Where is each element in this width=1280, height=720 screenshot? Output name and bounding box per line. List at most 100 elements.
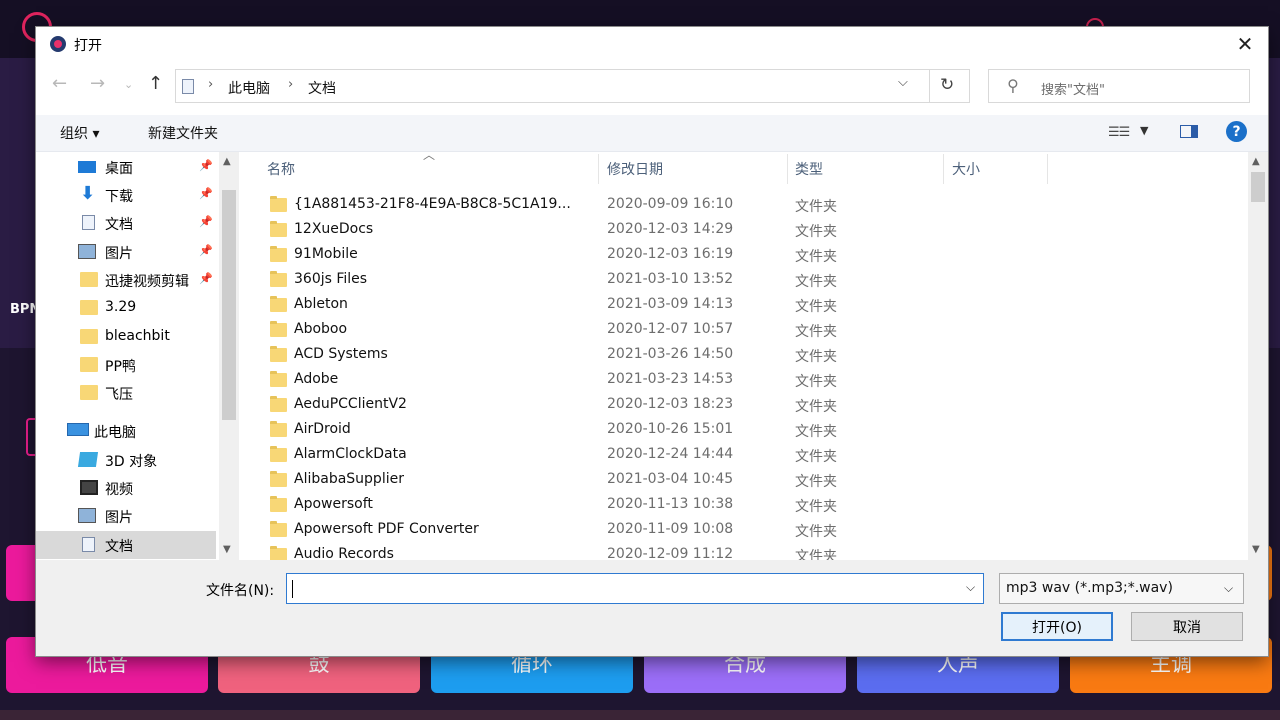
dialog-titlebar[interactable]: 打开 ✕ <box>36 27 1268 61</box>
scroll-down-arrow-icon[interactable]: ▼ <box>1252 544 1260 555</box>
file-type: 文件夹 <box>795 421 837 441</box>
3d-objects-icon <box>78 452 98 467</box>
column-header-type[interactable]: 类型 <box>795 159 823 179</box>
scroll-up-arrow-icon[interactable]: ▲ <box>223 156 231 167</box>
file-row[interactable]: AirDroid2020-10-26 15:01文件夹 <box>241 418 1141 442</box>
scrollbar-thumb[interactable] <box>1251 172 1265 202</box>
column-separator[interactable] <box>1047 154 1048 184</box>
file-row[interactable]: AlarmClockData2020-12-24 14:44文件夹 <box>241 443 1141 467</box>
organize-menu[interactable]: 组织 ▾ <box>60 123 99 143</box>
file-row[interactable]: ACD Systems2021-03-26 14:50文件夹 <box>241 343 1141 367</box>
back-arrow-icon[interactable]: ← <box>52 73 67 94</box>
new-folder-button[interactable]: 新建文件夹 <box>148 123 218 143</box>
folder-icon <box>270 473 287 487</box>
recent-locations-chevron-icon[interactable]: ⌄ <box>124 78 133 91</box>
file-name: Audio Records <box>294 546 394 560</box>
file-name: Ableton <box>294 296 348 312</box>
breadcrumb-documents[interactable]: 文档 <box>308 78 336 98</box>
forward-arrow-icon[interactable]: → <box>90 73 105 94</box>
nav-item-documents[interactable]: 文档 <box>36 531 216 559</box>
download-icon: ⬇ <box>80 183 95 204</box>
scrollbar-thumb[interactable] <box>222 190 236 420</box>
nav-item-pictures[interactable]: 图片 <box>36 502 216 530</box>
file-row[interactable]: 360js Files2021-03-10 13:52文件夹 <box>241 268 1141 292</box>
file-modified: 2021-03-23 14:53 <box>607 371 733 387</box>
column-header-size[interactable]: 大小 <box>952 159 980 179</box>
file-type: 文件夹 <box>795 296 837 316</box>
nav-item-folder[interactable]: 3.29 <box>36 294 216 322</box>
file-row[interactable]: Aboboo2020-12-07 10:57文件夹 <box>241 318 1141 342</box>
file-type: 文件夹 <box>795 321 837 341</box>
nav-item-3d-objects[interactable]: 3D 对象 <box>36 446 216 474</box>
view-dropdown-icon[interactable]: ▼ <box>1140 124 1148 137</box>
nav-item-folder[interactable]: PP鸭 <box>36 351 216 379</box>
folder-icon <box>80 357 98 372</box>
file-type: 文件夹 <box>795 471 837 491</box>
app-icon <box>50 36 66 52</box>
breadcrumb-this-pc[interactable]: 此电脑 <box>228 78 270 98</box>
file-row[interactable]: Audio Records2020-12-09 11:12文件夹 <box>241 543 1141 560</box>
column-header-name[interactable]: 名称 <box>267 159 295 179</box>
column-separator[interactable] <box>598 154 599 184</box>
close-button[interactable]: ✕ <box>1222 27 1268 61</box>
address-bar[interactable]: › 此电脑 › 文档 ⌵ ↻ <box>175 69 970 103</box>
cancel-button[interactable]: 取消 <box>1131 612 1243 641</box>
nav-item-folder[interactable]: 飞压 <box>36 379 216 407</box>
file-name: AlarmClockData <box>294 446 407 462</box>
navigation-pane-scrollbar[interactable]: ▲ ▼ <box>219 152 239 560</box>
folder-icon <box>270 298 287 312</box>
search-box[interactable]: ⚲ 搜索"文档" <box>988 69 1250 103</box>
pin-icon: 📌 <box>199 244 213 257</box>
refresh-icon[interactable]: ↻ <box>940 75 954 95</box>
folder-icon <box>270 423 287 437</box>
file-row[interactable]: Ableton 2021-03-09 14:13 文件夹 <box>241 293 1141 317</box>
file-name: ACD Systems <box>294 346 388 362</box>
file-list-scrollbar[interactable]: ▲ ▼ <box>1248 152 1268 560</box>
folder-icon <box>80 329 98 344</box>
file-row[interactable]: Apowersoft PDF Converter2020-11-09 10:08… <box>241 518 1141 542</box>
nav-item-pictures-quick[interactable]: 图片 📌 <box>36 238 216 266</box>
preview-pane-icon[interactable] <box>1180 125 1198 138</box>
folder-icon <box>270 548 287 560</box>
file-row[interactable]: AlibabaSupplier2021-03-04 10:45文件夹 <box>241 468 1141 492</box>
scroll-down-arrow-icon[interactable]: ▼ <box>223 544 231 555</box>
file-modified: 2020-11-13 10:38 <box>607 496 733 512</box>
nav-item-folder[interactable]: bleachbit <box>36 323 216 351</box>
nav-label: 此电脑 <box>94 422 136 442</box>
scroll-up-arrow-icon[interactable]: ▲ <box>1252 156 1260 167</box>
document-icon <box>82 537 95 552</box>
nav-item-downloads[interactable]: ⬇ 下载 📌 <box>36 181 216 209</box>
file-type: 文件夹 <box>795 271 837 291</box>
help-icon[interactable]: ? <box>1226 121 1247 142</box>
view-details-icon[interactable]: ☰☰ <box>1108 125 1129 140</box>
column-separator[interactable] <box>943 154 944 184</box>
nav-item-folder[interactable]: 迅捷视频剪辑 📌 <box>36 266 216 294</box>
nav-label: 桌面 <box>105 158 133 178</box>
column-separator[interactable] <box>787 154 788 184</box>
folder-icon <box>270 273 287 287</box>
sort-ascending-icon: ︿ <box>423 152 435 163</box>
nav-item-desktop[interactable]: 桌面 📌 <box>36 153 216 181</box>
filename-history-chevron-icon[interactable]: ⌵ <box>966 580 975 595</box>
file-name: 360js Files <box>294 271 367 287</box>
filename-input[interactable] <box>286 573 984 604</box>
file-row[interactable]: Apowersoft2020-11-13 10:38文件夹 <box>241 493 1141 517</box>
file-row[interactable]: Adobe2021-03-23 14:53文件夹 <box>241 368 1141 392</box>
file-row[interactable]: 12XueDocs2020-12-03 14:29文件夹 <box>241 218 1141 242</box>
nav-item-videos[interactable]: 视频 <box>36 474 216 502</box>
file-type-selected: mp3 wav (*.mp3;*.wav) <box>1006 580 1173 596</box>
nav-label: 3.29 <box>105 299 136 315</box>
text-caret <box>292 580 293 598</box>
file-row[interactable]: AeduPCClientV22020-12-03 18:23文件夹 <box>241 393 1141 417</box>
nav-item-this-pc[interactable]: 此电脑 <box>36 417 216 445</box>
open-button[interactable]: 打开(O) <box>1001 612 1113 641</box>
column-header-modified[interactable]: 修改日期 <box>607 159 663 179</box>
nav-item-documents-quick[interactable]: 文档 📌 <box>36 209 216 237</box>
file-modified: 2021-03-09 14:13 <box>607 296 733 312</box>
file-type-select[interactable]: mp3 wav (*.mp3;*.wav) ⌵ <box>999 573 1244 604</box>
file-modified: 2020-12-07 10:57 <box>607 321 733 337</box>
file-row[interactable]: {1A881453-21F8-4E9A-B8C8-5C1A19...2020-0… <box>241 193 1141 217</box>
up-arrow-icon[interactable]: ↑ <box>148 73 163 94</box>
file-row[interactable]: 91Mobile2020-12-03 16:19文件夹 <box>241 243 1141 267</box>
address-dropdown-chevron-icon[interactable]: ⌵ <box>898 75 908 90</box>
